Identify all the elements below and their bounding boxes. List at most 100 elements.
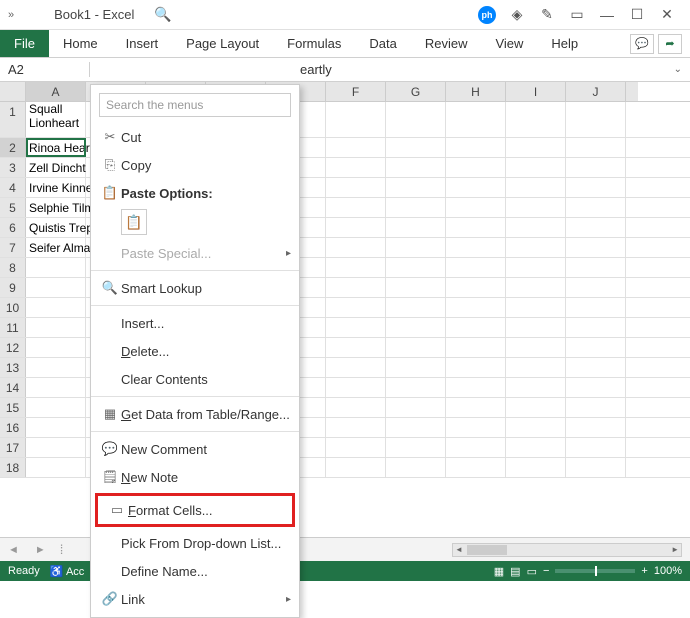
- cell[interactable]: [506, 318, 566, 337]
- col-header[interactable]: J: [566, 82, 626, 101]
- zoom-level[interactable]: 100%: [654, 565, 682, 577]
- cell[interactable]: [446, 178, 506, 197]
- ribbon-display-icon[interactable]: ▭: [562, 6, 592, 23]
- name-box[interactable]: A2: [0, 62, 90, 77]
- row-header[interactable]: 14: [0, 378, 26, 397]
- cell[interactable]: [566, 138, 626, 157]
- cell[interactable]: [446, 138, 506, 157]
- cell[interactable]: [506, 338, 566, 357]
- cell[interactable]: [26, 378, 86, 397]
- cell[interactable]: [566, 178, 626, 197]
- cell[interactable]: [446, 378, 506, 397]
- cell[interactable]: [446, 278, 506, 297]
- zoom-slider[interactable]: [555, 569, 635, 573]
- menu-format-cells[interactable]: ▭Format Cells...: [98, 496, 292, 524]
- cell[interactable]: [446, 198, 506, 217]
- cell[interactable]: [506, 418, 566, 437]
- col-header[interactable]: H: [446, 82, 506, 101]
- cell[interactable]: [446, 298, 506, 317]
- cell[interactable]: [566, 102, 626, 137]
- cell[interactable]: [26, 438, 86, 457]
- cell[interactable]: SquallLionheart: [26, 102, 86, 137]
- menu-clear[interactable]: Clear Contents: [91, 365, 299, 393]
- cell[interactable]: [386, 238, 446, 257]
- tab-help[interactable]: Help: [537, 30, 592, 57]
- col-header[interactable]: F: [326, 82, 386, 101]
- cell[interactable]: [566, 338, 626, 357]
- cell[interactable]: [326, 338, 386, 357]
- row-header[interactable]: 1: [0, 102, 26, 137]
- cell[interactable]: [326, 418, 386, 437]
- accessibility-icon[interactable]: ♿ Acc: [50, 565, 85, 578]
- cell[interactable]: [446, 318, 506, 337]
- cell[interactable]: [26, 278, 86, 297]
- menu-new-comment[interactable]: 💬New Comment: [91, 435, 299, 463]
- cell[interactable]: [326, 298, 386, 317]
- cell[interactable]: [506, 258, 566, 277]
- cell[interactable]: Seifer Almasy: [26, 238, 86, 257]
- diamond-icon[interactable]: ◈: [502, 6, 532, 23]
- cell[interactable]: [386, 138, 446, 157]
- menu-delete[interactable]: Delete...: [91, 337, 299, 365]
- row-header[interactable]: 11: [0, 318, 26, 337]
- col-header[interactable]: I: [506, 82, 566, 101]
- menu-link[interactable]: 🔗Link▸: [91, 585, 299, 613]
- row-header[interactable]: 3: [0, 158, 26, 177]
- row-header[interactable]: 8: [0, 258, 26, 277]
- tab-home[interactable]: Home: [49, 30, 112, 57]
- tab-data[interactable]: Data: [355, 30, 410, 57]
- cell[interactable]: [386, 178, 446, 197]
- tab-file[interactable]: File: [0, 30, 49, 57]
- tab-pagelayout[interactable]: Page Layout: [172, 30, 273, 57]
- cell[interactable]: Zell Dincht: [26, 158, 86, 177]
- cell[interactable]: [386, 278, 446, 297]
- cell[interactable]: [326, 102, 386, 137]
- cell[interactable]: [26, 418, 86, 437]
- horizontal-scrollbar[interactable]: [452, 543, 682, 557]
- cell[interactable]: [26, 298, 86, 317]
- paste-option-button[interactable]: 📋: [121, 209, 147, 235]
- row-header[interactable]: 7: [0, 238, 26, 257]
- cell[interactable]: [506, 378, 566, 397]
- menu-cut[interactable]: ✂Cut: [91, 123, 299, 151]
- share-button[interactable]: ➦: [658, 34, 682, 54]
- cell[interactable]: [446, 102, 506, 137]
- cell[interactable]: [386, 298, 446, 317]
- col-header[interactable]: A: [26, 82, 86, 101]
- view-page-icon[interactable]: ▤: [510, 565, 520, 578]
- search-icon[interactable]: 🔍: [154, 6, 171, 23]
- cell[interactable]: [326, 198, 386, 217]
- cell[interactable]: [446, 238, 506, 257]
- cell[interactable]: [326, 358, 386, 377]
- cell[interactable]: [326, 318, 386, 337]
- cell[interactable]: [446, 258, 506, 277]
- tab-view[interactable]: View: [481, 30, 537, 57]
- cell[interactable]: Rinoa Heartly: [26, 138, 86, 157]
- row-header[interactable]: 12: [0, 338, 26, 357]
- close-icon[interactable]: ✕: [652, 6, 682, 23]
- cell[interactable]: [326, 138, 386, 157]
- cell[interactable]: [566, 378, 626, 397]
- cell[interactable]: [386, 438, 446, 457]
- menu-pick-list[interactable]: Pick From Drop-down List...: [91, 529, 299, 557]
- cell[interactable]: [566, 218, 626, 237]
- cell[interactable]: Selphie Tilmitt: [26, 198, 86, 217]
- cell[interactable]: [326, 158, 386, 177]
- menu-insert[interactable]: Insert...: [91, 309, 299, 337]
- cell[interactable]: [506, 178, 566, 197]
- cell[interactable]: [446, 418, 506, 437]
- row-header[interactable]: 17: [0, 438, 26, 457]
- cell[interactable]: [566, 258, 626, 277]
- cell[interactable]: [326, 258, 386, 277]
- cell[interactable]: [326, 398, 386, 417]
- sheet-nav-prev[interactable]: ◄: [0, 544, 27, 556]
- cell[interactable]: [506, 198, 566, 217]
- cell[interactable]: [386, 418, 446, 437]
- cell[interactable]: [506, 218, 566, 237]
- row-header[interactable]: 9: [0, 278, 26, 297]
- cell[interactable]: [506, 298, 566, 317]
- cell[interactable]: [566, 458, 626, 477]
- tab-insert[interactable]: Insert: [112, 30, 173, 57]
- cell[interactable]: [506, 238, 566, 257]
- cell[interactable]: [566, 398, 626, 417]
